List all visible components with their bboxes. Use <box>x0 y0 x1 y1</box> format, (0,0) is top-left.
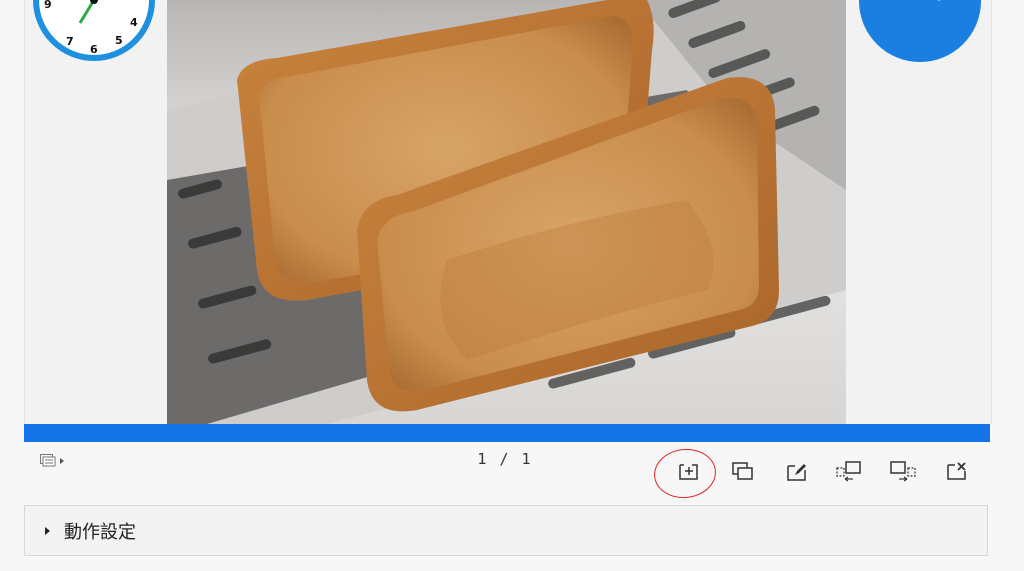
action-settings-accordion[interactable]: 動作設定 <box>24 505 988 556</box>
edit-slide-icon <box>787 464 806 481</box>
slide-list-button[interactable] <box>40 452 74 470</box>
delete-slide-icon <box>947 462 966 480</box>
svg-text:4: 4 <box>130 16 138 29</box>
move-slide-before-icon <box>836 461 861 482</box>
add-slide-button[interactable] <box>674 456 704 486</box>
speaker-icon[interactable] <box>857 0 983 64</box>
duplicate-slide-icon <box>732 462 753 480</box>
slide-list-icon <box>40 454 56 467</box>
total-pages: 1 <box>521 450 533 468</box>
progress-bar <box>24 424 990 442</box>
current-page: 1 <box>477 450 489 468</box>
delete-slide-button[interactable] <box>942 456 972 486</box>
svg-text:3: 3 <box>132 0 140 3</box>
toast-photo <box>167 0 846 424</box>
page-indicator: 1 / 1 <box>440 450 570 468</box>
svg-text:5: 5 <box>115 34 123 47</box>
slide-preview: 4 5 6 7 3 9 <box>24 0 992 424</box>
caret-right-icon <box>60 458 64 464</box>
move-slide-after-button[interactable] <box>888 456 918 486</box>
svg-text:9: 9 <box>44 0 52 11</box>
page-separator: / <box>499 450 511 468</box>
move-slide-after-icon <box>890 461 916 482</box>
svg-text:6: 6 <box>90 43 98 56</box>
slide-toolbar <box>660 456 980 486</box>
accordion-label: 動作設定 <box>64 521 136 543</box>
svg-text:7: 7 <box>66 35 74 48</box>
progress-fill <box>24 424 990 442</box>
clock-icon: 4 5 6 7 3 9 <box>33 0 155 61</box>
add-slide-icon <box>679 464 698 480</box>
duplicate-slide-button[interactable] <box>728 456 758 486</box>
edit-slide-button[interactable] <box>782 456 812 486</box>
move-slide-before-button[interactable] <box>834 456 864 486</box>
caret-right-icon <box>45 526 50 535</box>
